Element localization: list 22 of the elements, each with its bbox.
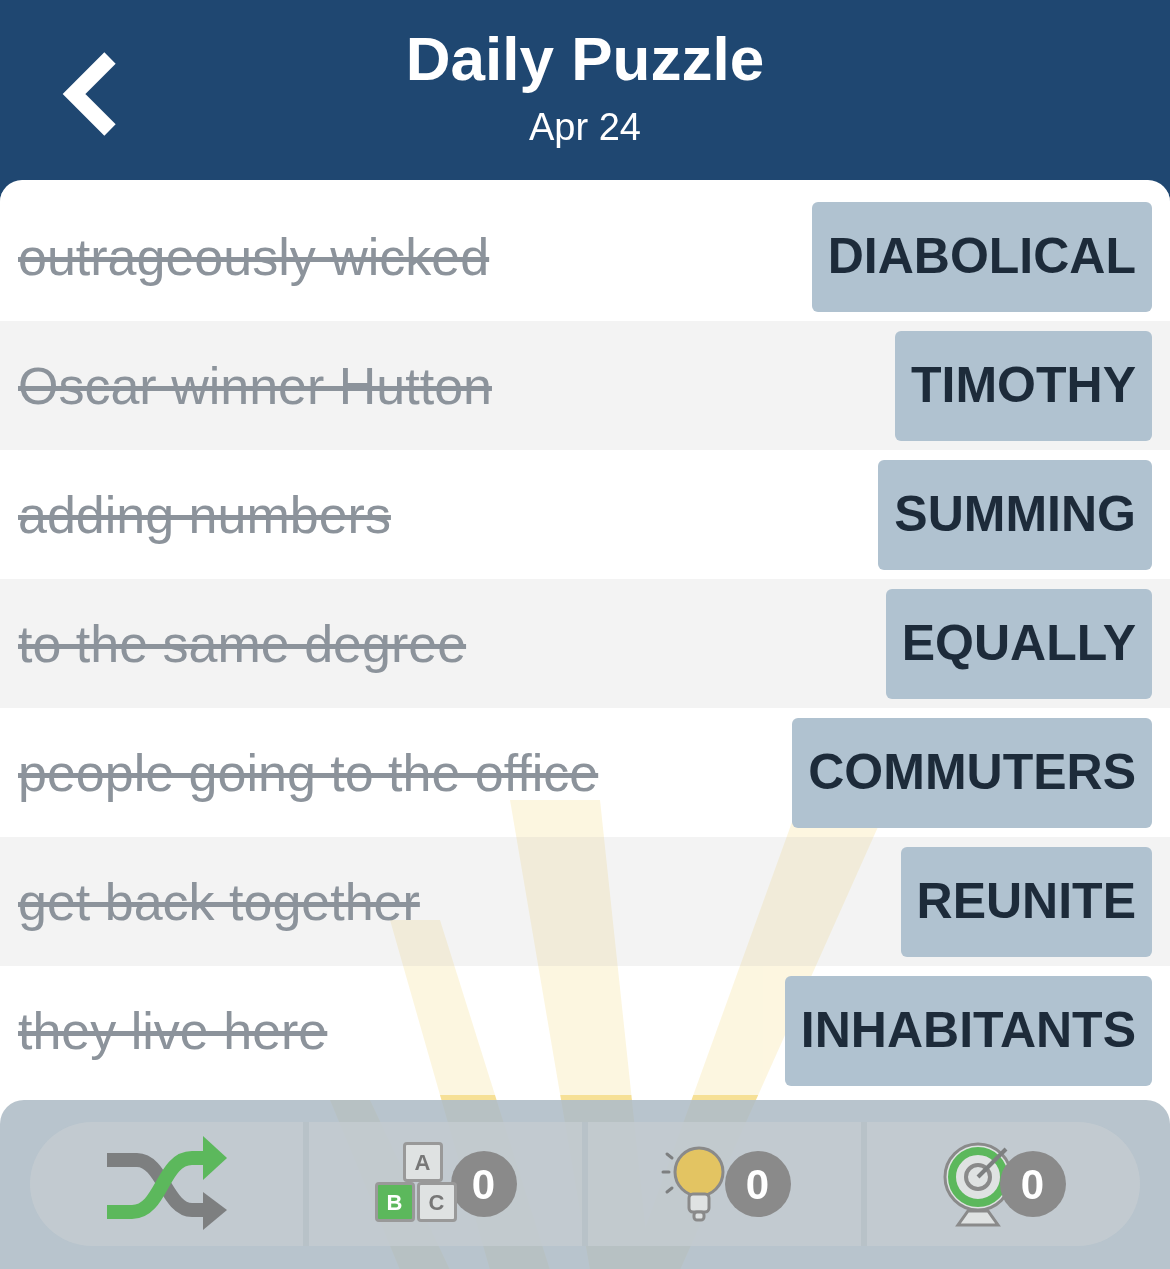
answer-tile[interactable]: REUNITE [900, 846, 1152, 957]
clue-text: to the same degree [18, 613, 467, 675]
clue-text: get back together [18, 871, 420, 933]
clue-text: Oscar winner Hutton [18, 355, 492, 417]
count-badge: 0 [999, 1151, 1066, 1217]
date-subtitle: Apr 24 [529, 108, 641, 146]
answer-tile[interactable]: SUMMING [878, 459, 1152, 570]
letter-block: B [374, 1182, 415, 1222]
clue-text: outrageously wicked [18, 226, 490, 288]
count-badge: 0 [724, 1151, 791, 1217]
answer-tile[interactable]: DIABOLICAL [811, 201, 1152, 312]
answer-tile[interactable]: COMMUTERS [792, 717, 1152, 828]
count-badge: 0 [450, 1151, 517, 1217]
clue-text: they live here [18, 1000, 328, 1062]
letter-block: C [416, 1182, 457, 1222]
clue-text: adding numbers [18, 484, 391, 546]
answer-tile[interactable]: INHABITANTS [784, 975, 1152, 1086]
letter-block: A [402, 1142, 443, 1182]
answer-tile[interactable]: EQUALLY [885, 588, 1152, 699]
answer-tile[interactable]: TIMOTHY [895, 330, 1152, 441]
clue-text: people going to the office [18, 742, 599, 804]
back-icon[interactable] [62, 52, 118, 136]
